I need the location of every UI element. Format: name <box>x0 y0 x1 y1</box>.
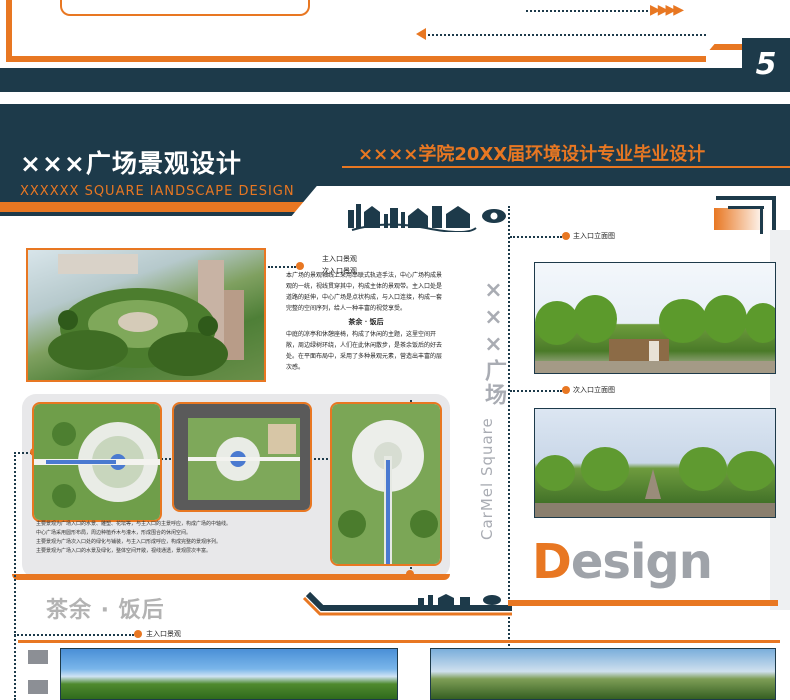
chevron-right-icon: ▶▶▶▶ <box>650 2 684 18</box>
corner-mark <box>760 206 763 234</box>
site-plan-2 <box>172 402 312 512</box>
plans-caption: 主要景观为广场入口的水景、雕塑、花坛等，与主入口的主景呼应，构成广场的中轴线。 … <box>36 520 326 556</box>
design-description: 本广场的景观轴线上采用串联式轨迹手法，中心广场构成景观的一统，视线贯穿其中，构成… <box>286 270 446 390</box>
main-entrance-view-label: 主入口景观 <box>322 255 357 263</box>
school-caption: ××××学院20XX届环境设计专业毕业设计 <box>358 144 706 165</box>
aerial-render <box>26 248 266 382</box>
secondary-entrance-elevation-label: 次入口立面图 <box>573 386 615 394</box>
city-skyline-icon <box>418 594 501 606</box>
corner-mark <box>716 196 776 200</box>
page-subtitle: XXXXXX SQUARE lANDSCAPE DESIGN <box>20 184 295 199</box>
label-dot <box>296 262 304 270</box>
main-entrance-photo <box>60 648 398 700</box>
caption-line: 主要景观为广场入口的水景及绿化，整体空间开敞，视线通透，景观层次丰富。 <box>36 548 212 554</box>
vertical-title: ×××广场 <box>481 278 506 407</box>
frame-line <box>6 0 12 62</box>
description-paragraph: 本广场的景观轴线上采用串联式轨迹手法，中心广场构成景观的一统，视线贯穿其中，构成… <box>286 272 443 312</box>
design-initial: D <box>532 534 572 590</box>
site-plan-1 <box>32 402 162 522</box>
main-entrance-elevation <box>534 262 776 374</box>
accent-bar <box>508 600 778 606</box>
accent-bar <box>18 640 780 643</box>
dotted-line <box>428 34 706 36</box>
label-dot <box>134 630 142 638</box>
secondary-entrance-photo <box>430 648 776 700</box>
dotted-line <box>510 390 562 392</box>
header-accent-bar <box>0 202 325 212</box>
dotted-line <box>510 236 562 238</box>
slogan: 茶余 · 饭后 <box>46 598 165 623</box>
header-rule <box>342 166 790 168</box>
caption-line: 主要景观为广场入口的水景、雕塑、花坛等，与主入口的主景呼应，构成广场的中轴线。 <box>36 521 232 527</box>
dotted-line <box>14 634 134 636</box>
site-plan-3 <box>330 402 442 566</box>
dotted-line <box>526 10 648 12</box>
accent-gradient <box>714 208 766 230</box>
label-dot <box>562 232 570 240</box>
city-skyline-icon <box>348 204 506 232</box>
caption-line: 中心广场采用圆形布局，周边种植乔木与灌木，形成围合的休闲空间。 <box>36 530 192 536</box>
page-number: 5 <box>742 38 790 92</box>
caption-line: 主要景观为广场次入口处的绿化与铺装，与主入口形成呼应，构成完整的景观序列。 <box>36 539 222 545</box>
secondary-entrance-elevation <box>534 408 776 518</box>
corner-mark <box>728 206 764 209</box>
dotted-line <box>268 266 296 268</box>
panel-accent <box>12 574 450 580</box>
label-dot <box>562 386 570 394</box>
panel-card <box>60 0 310 16</box>
page-title: ×××广场景观设计 <box>20 149 242 178</box>
vertical-subtitle: CarMel Square <box>478 417 496 540</box>
navy-bar <box>0 80 790 92</box>
bottom-main-entrance-label: 主入口景观 <box>146 630 181 638</box>
design-rest: esign <box>570 534 713 590</box>
description-heading: 茶余 · 饭后 <box>348 317 384 326</box>
design-wordmark: Design <box>532 534 713 590</box>
description-paragraph: 中庭的凉亭和休憩座椅，构成了休闲的主题，这里空间开敞，周边绿树环绕，人们在此休闲… <box>286 331 443 371</box>
gray-marker <box>28 650 48 664</box>
arrow-left-icon <box>416 28 426 40</box>
dotted-line <box>508 206 510 646</box>
frame-line <box>6 56 706 62</box>
gray-marker <box>28 680 48 694</box>
label-dot <box>406 570 414 578</box>
main-entrance-elevation-label: 主入口立面图 <box>573 232 615 240</box>
dotted-line <box>14 452 16 700</box>
poster-page: ▶▶▶▶ 5 ×××广场景观设计 XXXXXX SQUARE lANDSCAPE… <box>0 0 790 700</box>
